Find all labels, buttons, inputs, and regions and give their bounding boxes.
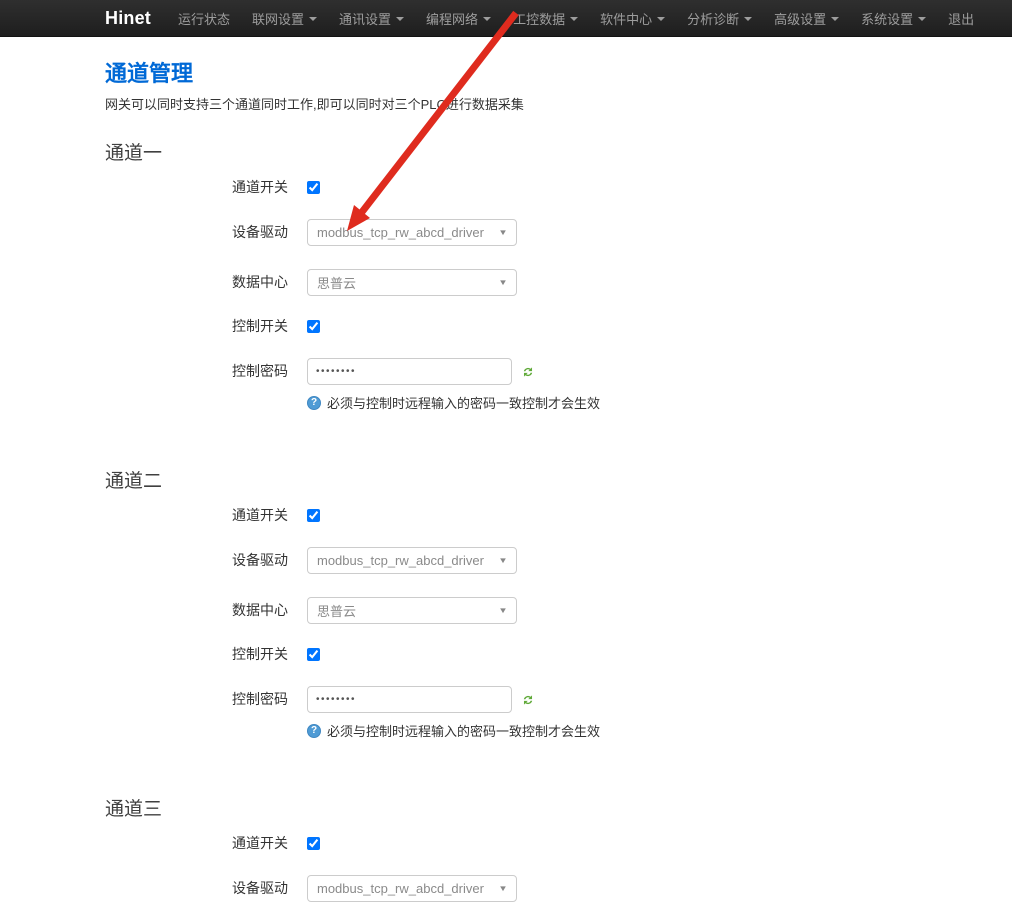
chevron-down-icon [918,17,926,21]
field-row-channel-switch: 通道开关 [105,180,1012,195]
control-switch-checkbox[interactable] [307,648,320,661]
channel-section-1: 通道一 通道开关 设备驱动 modbus_tcp_rw_abcd_driver … [105,143,1012,412]
device-driver-select[interactable]: modbus_tcp_rw_abcd_driver ▼ [307,875,517,902]
chevron-down-icon: ▼ [498,556,508,565]
field-label: 数据中心 [232,597,307,624]
nav-item-label: 工控数据 [513,9,565,28]
nav-item-label: 系统设置 [861,9,913,28]
channel-switch-checkbox[interactable] [307,509,320,522]
nav-item-network-settings[interactable]: 联网设置 [241,0,328,37]
password-line [307,686,600,713]
nav-item-industrial-data[interactable]: 工控数据 [502,0,589,37]
password-field-stack: ? 必须与控制时远程输入的密码一致控制才会生效 [307,358,600,412]
page-subtitle: 网关可以同时支持三个通道同时工作,即可以同时对三个PLC进行数据采集 [105,94,1012,113]
channel-switch-checkbox[interactable] [307,181,320,194]
select-value: 思普云 [317,273,356,292]
field-row-data-center: 数据中心 思普云 ▼ [105,597,1012,624]
device-driver-select[interactable]: modbus_tcp_rw_abcd_driver ▼ [307,547,517,574]
nav-item-logout[interactable]: 退出 [937,0,985,37]
nav-item-programming-network[interactable]: 编程网络 [415,0,502,37]
chevron-down-icon [396,17,404,21]
main-content: 通道管理 网关可以同时支持三个通道同时工作,即可以同时对三个PLC进行数据采集 … [0,37,1012,902]
data-center-select[interactable]: 思普云 ▼ [307,269,517,296]
field-row-data-center: 数据中心 思普云 ▼ [105,269,1012,296]
nav-item-label: 运行状态 [178,9,230,28]
chevron-down-icon [483,17,491,21]
password-help: ? 必须与控制时远程输入的密码一致控制才会生效 [307,393,600,412]
field-label: 数据中心 [232,269,307,296]
help-icon: ? [307,396,321,410]
field-row-control-switch: 控制开关 [105,647,1012,662]
chevron-down-icon [309,17,317,21]
field-label: 设备驱动 [232,875,307,902]
control-password-input[interactable] [307,358,512,385]
refresh-icon[interactable] [521,693,535,707]
field-label: 设备驱动 [232,547,307,574]
nav-item-software-center[interactable]: 软件中心 [589,0,676,37]
select-value: 思普云 [317,601,356,620]
field-label: 控制密码 [232,358,307,385]
chevron-down-icon [570,17,578,21]
help-icon: ? [307,724,321,738]
password-line [307,358,600,385]
nav-item-label: 分析诊断 [687,9,739,28]
nav-item-advanced-settings[interactable]: 高级设置 [763,0,850,37]
section-title: 通道二 [105,471,1012,492]
data-center-select[interactable]: 思普云 ▼ [307,597,517,624]
field-label: 控制开关 [232,647,307,662]
chevron-down-icon: ▼ [498,606,508,615]
chevron-down-icon [744,17,752,21]
field-row-device-driver: 设备驱动 modbus_tcp_rw_abcd_driver ▼ [105,219,1012,246]
field-label: 控制开关 [232,319,307,334]
field-row-channel-switch: 通道开关 [105,836,1012,851]
field-row-control-password: 控制密码 ? 必须与控制时远程输入的密码一致控制才会生效 [105,358,1012,412]
field-row-channel-switch: 通道开关 [105,508,1012,523]
nav-item-comm-settings[interactable]: 通讯设置 [328,0,415,37]
nav-item-label: 高级设置 [774,9,826,28]
nav-item-system-settings[interactable]: 系统设置 [850,0,937,37]
page: Hinet 运行状态 联网设置 通讯设置 编程网络 工控数据 软件中心 分析诊断 [0,0,1012,914]
field-row-control-password: 控制密码 ? 必须与控制时远程输入的密码一致控制才会生效 [105,686,1012,740]
chevron-down-icon [831,17,839,21]
field-row-device-driver: 设备驱动 modbus_tcp_rw_abcd_driver ▼ [105,875,1012,902]
channel-section-3: 通道三 通道开关 设备驱动 modbus_tcp_rw_abcd_driver … [105,799,1012,902]
nav-item-analysis-diagnosis[interactable]: 分析诊断 [676,0,763,37]
nav-item-label: 软件中心 [600,9,652,28]
chevron-down-icon: ▼ [498,228,508,237]
field-row-control-switch: 控制开关 [105,319,1012,334]
select-value: modbus_tcp_rw_abcd_driver [317,225,484,240]
field-label: 通道开关 [232,180,307,195]
nav-item-run-status[interactable]: 运行状态 [167,0,241,37]
section-title: 通道三 [105,799,1012,820]
page-title: 通道管理 [105,63,1012,85]
refresh-icon[interactable] [521,365,535,379]
device-driver-select[interactable]: modbus_tcp_rw_abcd_driver ▼ [307,219,517,246]
field-label: 设备驱动 [232,219,307,246]
chevron-down-icon [657,17,665,21]
select-value: modbus_tcp_rw_abcd_driver [317,553,484,568]
nav-item-label: 通讯设置 [339,9,391,28]
password-help-text: 必须与控制时远程输入的密码一致控制才会生效 [327,393,600,412]
control-switch-checkbox[interactable] [307,320,320,333]
field-label: 通道开关 [232,836,307,851]
field-label: 通道开关 [232,508,307,523]
control-password-input[interactable] [307,686,512,713]
chevron-down-icon: ▼ [498,278,508,287]
password-help: ? 必须与控制时远程输入的密码一致控制才会生效 [307,721,600,740]
password-help-text: 必须与控制时远程输入的密码一致控制才会生效 [327,721,600,740]
section-title: 通道一 [105,143,1012,164]
nav-item-label: 联网设置 [252,9,304,28]
nav-item-label: 退出 [948,9,974,28]
channel-switch-checkbox[interactable] [307,837,320,850]
brand-logo[interactable]: Hinet [105,8,151,29]
channel-section-2: 通道二 通道开关 设备驱动 modbus_tcp_rw_abcd_driver … [105,471,1012,740]
select-value: modbus_tcp_rw_abcd_driver [317,881,484,896]
field-row-device-driver: 设备驱动 modbus_tcp_rw_abcd_driver ▼ [105,547,1012,574]
field-label: 控制密码 [232,686,307,713]
password-field-stack: ? 必须与控制时远程输入的密码一致控制才会生效 [307,686,600,740]
chevron-down-icon: ▼ [498,884,508,893]
nav-item-label: 编程网络 [426,9,478,28]
top-navbar: Hinet 运行状态 联网设置 通讯设置 编程网络 工控数据 软件中心 分析诊断 [0,0,1012,37]
